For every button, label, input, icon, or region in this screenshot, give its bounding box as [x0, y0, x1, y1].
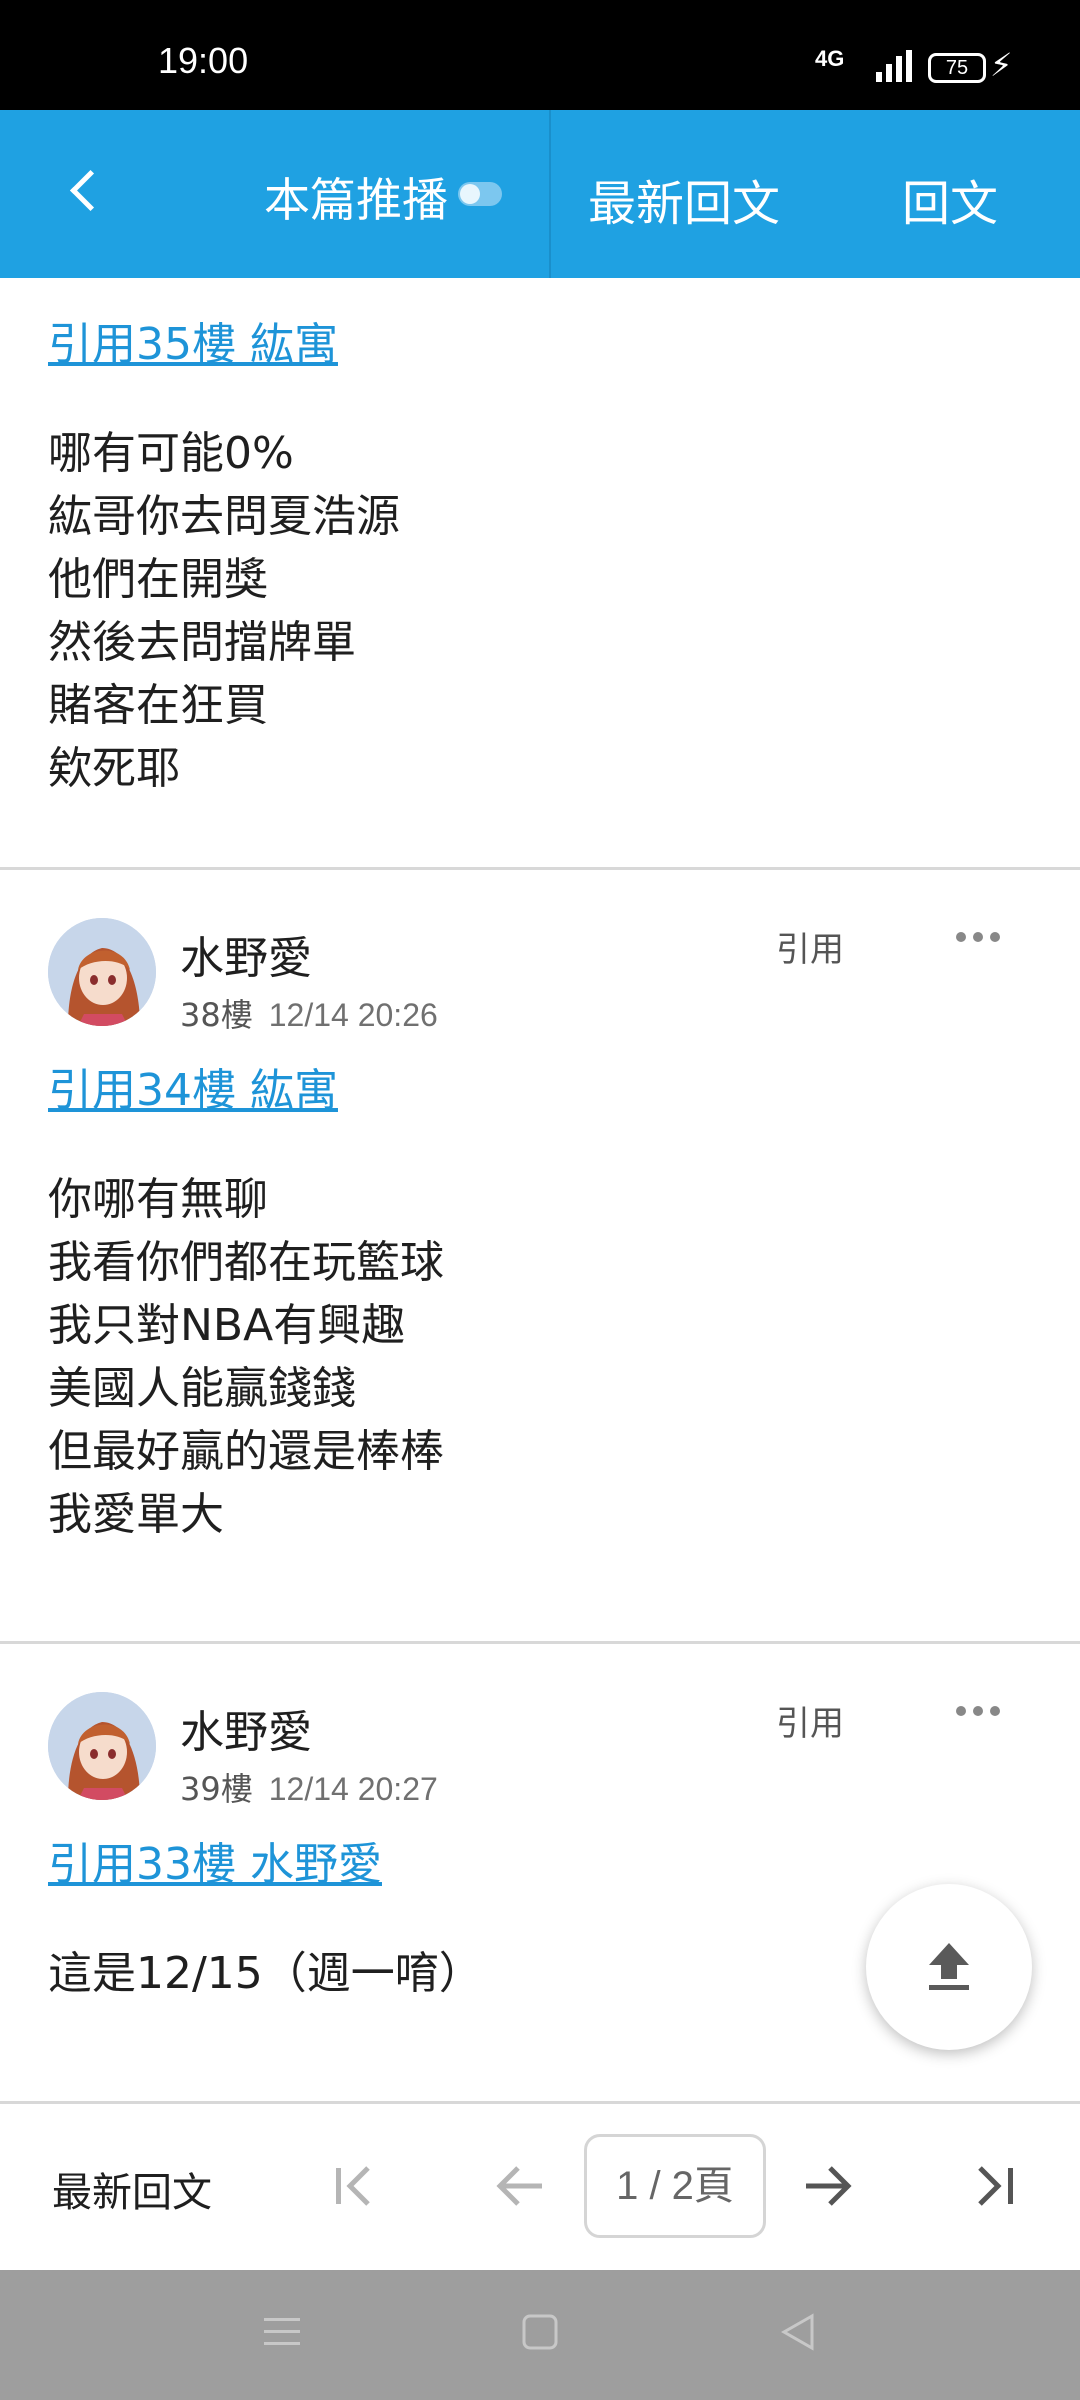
floor-number: 38樓 — [180, 996, 253, 1034]
post-list: 引用35樓 紘寓 哪有可能0% 紘哥你去問夏浩源 他們在開獎 然後去問擋牌單 賭… — [0, 278, 1080, 2104]
battery-icon: 75 — [928, 53, 986, 83]
pagination-bar: 最新回文 1 / 2頁 — [0, 2102, 1080, 2270]
signal-icon — [876, 50, 912, 82]
avatar[interactable] — [48, 918, 156, 1026]
post-meta: 39樓 12/14 20:27 — [180, 1764, 438, 1810]
author-name[interactable]: 水野愛 — [180, 1696, 312, 1760]
quote-link[interactable]: 引用35樓 紘寓 — [48, 308, 338, 372]
push-notification-label[interactable]: 本篇推播 — [264, 164, 448, 230]
app-bar-divider — [549, 110, 551, 278]
charging-icon: ⚡ — [990, 46, 1013, 84]
push-toggle[interactable] — [458, 182, 502, 206]
last-page-icon[interactable] — [966, 2154, 1030, 2218]
floor-number: 39樓 — [180, 1770, 253, 1808]
reply-button[interactable]: 回文 — [902, 164, 998, 234]
quote-link[interactable]: 引用34樓 紘寓 — [48, 1054, 338, 1118]
latest-replies-button[interactable]: 最新回文 — [588, 164, 780, 234]
quote-button[interactable]: 引用 — [776, 1696, 844, 1745]
first-page-icon[interactable] — [322, 2154, 386, 2218]
quote-button[interactable]: 引用 — [776, 922, 844, 971]
scroll-top-button[interactable] — [866, 1884, 1032, 2050]
page-indicator[interactable]: 1 / 2頁 — [584, 2134, 766, 2238]
post-item: 水野愛 38樓 12/14 20:26 引用 引用34樓 紘寓 你哪有無聊 我看你… — [0, 870, 1080, 1644]
next-page-icon[interactable] — [796, 2154, 860, 2218]
prev-page-icon[interactable] — [490, 2154, 554, 2218]
more-icon[interactable] — [956, 932, 1006, 944]
network-indicator: 4G — [815, 46, 845, 71]
status-time: 19:00 — [158, 40, 249, 81]
post-date: 12/14 20:26 — [268, 997, 438, 1033]
post-meta: 38樓 12/14 20:26 — [180, 990, 438, 1036]
latest-replies-label[interactable]: 最新回文 — [52, 2160, 212, 2218]
post-header: 水野愛 38樓 12/14 20:26 引用 — [0, 870, 1080, 1034]
back-icon[interactable] — [62, 160, 122, 220]
back-nav-icon[interactable] — [778, 2310, 818, 2358]
quote-link[interactable]: 引用33樓 水野愛 — [48, 1828, 382, 1892]
status-bar: 19:00 4G 75 ⚡ — [0, 0, 1080, 110]
menu-icon[interactable] — [262, 2310, 302, 2358]
post-body: 你哪有無聊 我看你們都在玩籃球 我只對NBA有興趣 美國人能贏錢錢 但最好贏的還… — [48, 1174, 444, 1540]
more-icon[interactable] — [956, 1706, 1006, 1718]
system-nav-bar — [0, 2270, 1080, 2400]
avatar[interactable] — [48, 1692, 156, 1800]
post-item: 引用35樓 紘寓 哪有可能0% 紘哥你去問夏浩源 他們在開獎 然後去問擋牌單 賭… — [0, 278, 1080, 870]
home-icon[interactable] — [520, 2310, 560, 2358]
post-date: 12/14 20:27 — [268, 1771, 438, 1807]
author-name[interactable]: 水野愛 — [180, 922, 312, 986]
post-header: 水野愛 39樓 12/14 20:27 引用 — [0, 1644, 1080, 1808]
app-bar: 本篇推播 最新回文 回文 — [0, 110, 1080, 278]
post-body: 哪有可能0% 紘哥你去問夏浩源 他們在開獎 然後去問擋牌單 賭客在狂買 欸死耶 — [48, 428, 400, 794]
upload-icon — [929, 1943, 969, 1990]
